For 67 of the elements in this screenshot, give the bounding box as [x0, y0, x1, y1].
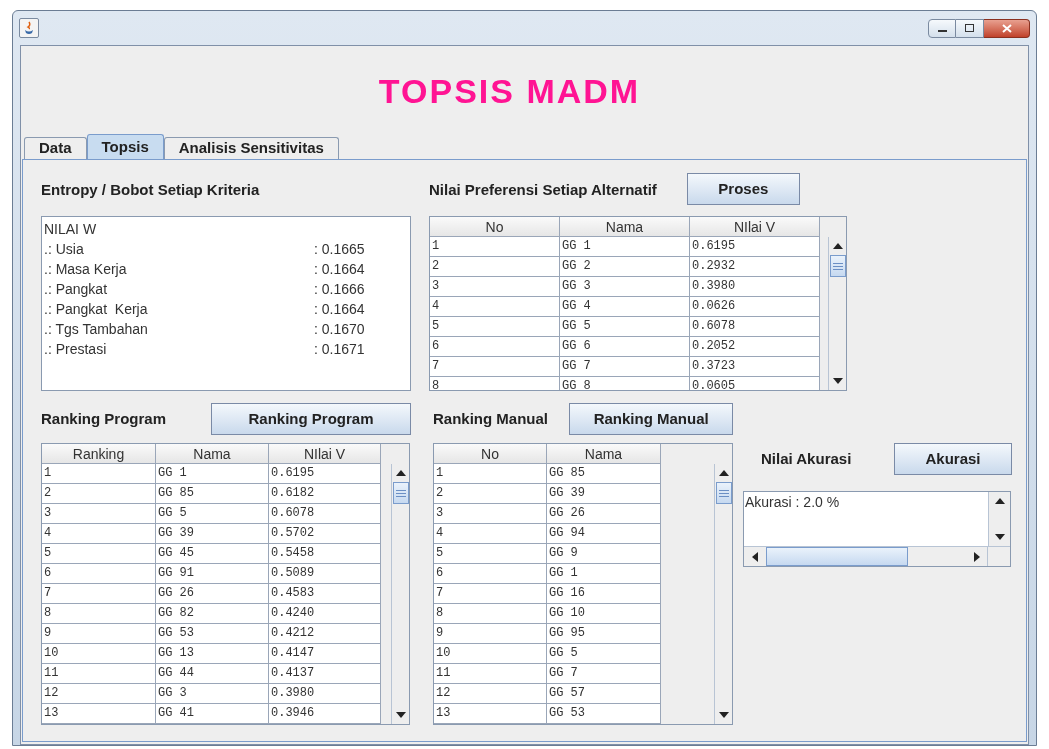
- table-cell: GG 53: [547, 704, 661, 724]
- maximize-button[interactable]: [956, 18, 984, 38]
- column-header[interactable]: Nama: [156, 444, 269, 464]
- down-arrow-icon[interactable]: [994, 534, 1005, 540]
- scrollbar[interactable]: [828, 237, 846, 390]
- section-title: Entropy / Bobot Setiap Kriteria: [41, 182, 261, 198]
- section-title: Nilai Preferensi Setiap Alternatif: [429, 179, 657, 200]
- ranking-program-button[interactable]: Ranking Program: [211, 403, 411, 435]
- table-cell: 0.3946: [269, 704, 381, 724]
- column-header[interactable]: Nama: [560, 217, 690, 237]
- column-header[interactable]: NIlai V: [690, 217, 820, 237]
- down-arrow-icon[interactable]: [718, 712, 729, 718]
- scroll-thumb[interactable]: [392, 482, 409, 504]
- table-cell: GG 41: [156, 704, 269, 724]
- table-cell: GG 8: [560, 377, 690, 390]
- criteria-label: .: Masa Kerja: [44, 260, 128, 279]
- close-icon: [1001, 23, 1012, 33]
- text-line: NILAI W: [44, 220, 98, 239]
- criteria-value: : 0.1665: [314, 240, 365, 259]
- proses-button[interactable]: Proses: [686, 173, 800, 205]
- left-arrow-icon[interactable]: [752, 551, 758, 562]
- text-area[interactable]: NILAI W .: Usia : 0.1665 .: Masa Kerja : 0.1664 .: Pangkat : 0.1666 .: Pangkat Kerja : 0.1664 .: Tgs Tambahan : 0.1670 .: Prestasi : 0.1671: [41, 216, 411, 391]
- column-header[interactable]: Ranking: [42, 444, 156, 464]
- app-title: TOPSIS MADM: [378, 70, 641, 112]
- close-button[interactable]: [984, 18, 1030, 38]
- column-header[interactable]: No: [430, 217, 560, 237]
- section-title: Ranking Program: [41, 408, 168, 429]
- criteria-label: .: Pangkat Kerja: [44, 300, 149, 319]
- down-arrow-icon[interactable]: [832, 378, 843, 384]
- column-header[interactable]: NIlai V: [269, 444, 381, 464]
- right-arrow-icon[interactable]: [973, 551, 980, 562]
- akurasi-button[interactable]: Akurasi: [894, 443, 1012, 475]
- criteria-value: : 0.1671: [314, 340, 365, 359]
- table-cell: 0.0605: [690, 377, 820, 390]
- section-title: Nilai Akurasi: [761, 448, 853, 469]
- accuracy-text: Akurasi : 2.0 %: [745, 494, 840, 510]
- scroll-thumb[interactable]: [715, 482, 732, 504]
- table-cell: 8: [430, 377, 560, 390]
- criteria-label: .: Pangkat: [44, 280, 109, 299]
- criteria-label: .: Usia: [44, 240, 85, 259]
- criteria-label: .: Tgs Tambahan: [44, 320, 149, 339]
- column-header[interactable]: No: [434, 444, 547, 464]
- tab[interactable]: Data: [24, 137, 87, 159]
- ranking-manual-button[interactable]: Ranking Manual: [569, 403, 733, 435]
- scrollbar[interactable]: [714, 464, 732, 724]
- criteria-value: : 0.1666: [314, 280, 365, 299]
- up-arrow-icon[interactable]: [994, 498, 1005, 504]
- scroll-thumb[interactable]: [829, 255, 846, 277]
- minimize-button[interactable]: [928, 18, 956, 38]
- up-arrow-icon[interactable]: [832, 243, 843, 249]
- criteria-value: : 0.1664: [314, 300, 365, 319]
- java-icon: [19, 18, 39, 38]
- scroll-thumb[interactable]: [766, 547, 908, 566]
- scrollbar[interactable]: [391, 464, 409, 724]
- table-cell: 13: [434, 704, 547, 724]
- column-header[interactable]: Nama: [547, 444, 661, 464]
- criteria-label: .: Prestasi: [44, 340, 108, 359]
- criteria-value: : 0.1670: [314, 320, 365, 339]
- up-arrow-icon[interactable]: [395, 470, 406, 476]
- section-title: Ranking Manual: [433, 408, 549, 429]
- down-arrow-icon[interactable]: [395, 712, 406, 718]
- tab[interactable]: Analisis Sensitivitas: [163, 137, 339, 159]
- text-area[interactable]: Akurasi : 2.0 %: [743, 491, 1011, 567]
- up-arrow-icon[interactable]: [718, 470, 729, 476]
- criteria-value: : 0.1664: [314, 260, 365, 279]
- tab[interactable]: Topsis: [86, 134, 164, 159]
- table-cell: 13: [42, 704, 156, 724]
